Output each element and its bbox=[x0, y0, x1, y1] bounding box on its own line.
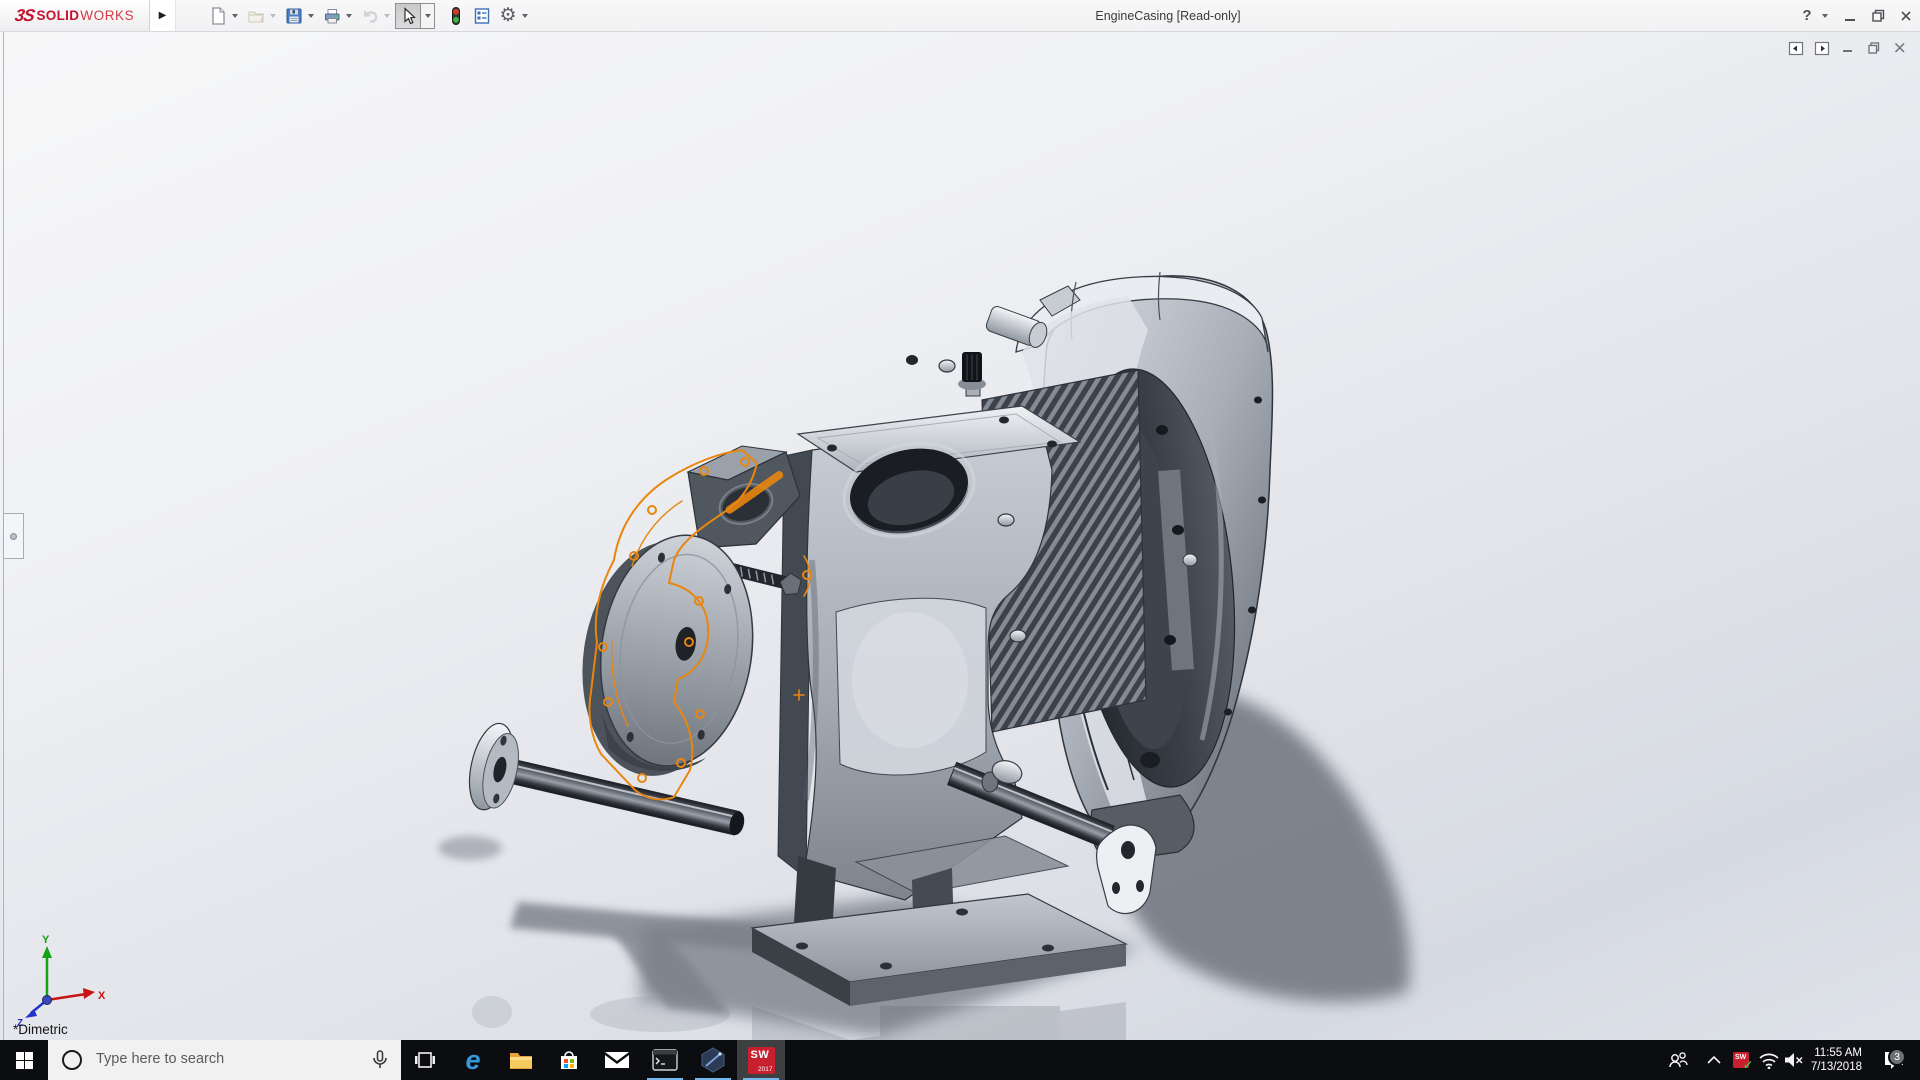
taskbar-app-command-prompt[interactable] bbox=[641, 1040, 689, 1080]
pane-next-icon bbox=[1814, 41, 1829, 55]
help-dropdown[interactable] bbox=[1822, 13, 1828, 18]
microphone-icon[interactable] bbox=[370, 1049, 390, 1071]
rebuild-traffic-light-icon bbox=[452, 6, 460, 25]
close-button[interactable] bbox=[1892, 0, 1920, 31]
taskbar-app-microsoft-store[interactable] bbox=[545, 1040, 593, 1080]
app-titlebar: 3S SOLID WORKS ▶ ⚙ EngineCasing [Read-on… bbox=[0, 0, 1920, 32]
window-controls: ? bbox=[1793, 0, 1920, 31]
options-button[interactable]: ⚙ bbox=[495, 3, 521, 29]
save-dropdown[interactable] bbox=[308, 13, 314, 18]
windows-logo-icon bbox=[15, 1051, 33, 1069]
restore-document-icon bbox=[1868, 42, 1880, 54]
tray-time: 11:55 AM bbox=[1814, 1047, 1862, 1059]
new-document-icon bbox=[212, 6, 225, 25]
new-document-button[interactable] bbox=[205, 3, 231, 29]
tray-date: 7/13/2018 bbox=[1810, 1061, 1862, 1073]
document-title: EngineCasing [Read-only] bbox=[1095, 9, 1241, 23]
task-view-icon bbox=[415, 1052, 435, 1068]
tray-hidden-icons-button[interactable] bbox=[1702, 1040, 1726, 1080]
taskbar-app-solidworks-2017[interactable]: SW 2017 bbox=[737, 1040, 785, 1080]
save-icon bbox=[286, 8, 302, 23]
file-properties-button[interactable] bbox=[469, 3, 495, 29]
undo-button[interactable] bbox=[357, 3, 383, 29]
solidworks-monitor-icon: SW ✓ bbox=[1733, 1052, 1753, 1072]
start-button[interactable] bbox=[0, 1040, 48, 1080]
people-icon bbox=[1669, 1052, 1688, 1068]
command-prompt-icon bbox=[652, 1049, 678, 1071]
undo-icon bbox=[364, 9, 378, 23]
cortana-icon bbox=[62, 1050, 82, 1070]
taskbar-app-mail[interactable] bbox=[593, 1040, 641, 1080]
restore-icon bbox=[1871, 9, 1884, 22]
pane-previous-icon bbox=[1788, 41, 1803, 55]
print-button[interactable] bbox=[319, 3, 345, 29]
solidworks-app-icon: SW 2017 bbox=[747, 1046, 775, 1074]
options-dropdown[interactable] bbox=[522, 13, 528, 18]
check-icon: ✓ bbox=[1742, 1058, 1753, 1072]
solidworks-logo: 3S SOLID WORKS bbox=[0, 0, 150, 31]
taskbar-search[interactable]: Type here to search bbox=[48, 1040, 401, 1080]
select-tool-button[interactable] bbox=[395, 2, 421, 29]
print-dropdown[interactable] bbox=[346, 13, 352, 18]
taskbar-app-microsoft-edge[interactable]: e bbox=[449, 1040, 497, 1080]
triad-x-label: X bbox=[98, 990, 106, 1002]
taskbar-app-hexagon[interactable] bbox=[689, 1040, 737, 1080]
chevron-up-icon bbox=[1707, 1055, 1721, 1064]
store-icon bbox=[561, 1051, 577, 1069]
quick-access-toolbar: ⚙ bbox=[205, 0, 533, 31]
notification-badge: 3 bbox=[1888, 1048, 1906, 1066]
help-button[interactable]: ? bbox=[1793, 0, 1821, 31]
solidworks-logo-light: WORKS bbox=[80, 8, 135, 23]
select-tool-dropdown[interactable] bbox=[421, 2, 435, 29]
file-explorer-icon bbox=[510, 1053, 532, 1069]
tray-clock[interactable]: 11:55 AM 7/13/2018 bbox=[1800, 1040, 1862, 1080]
pane-previous-button[interactable] bbox=[1786, 39, 1806, 57]
open-dropdown[interactable] bbox=[270, 13, 276, 18]
close-document-icon bbox=[1894, 42, 1905, 53]
file-properties-icon bbox=[474, 7, 490, 24]
close-icon bbox=[1901, 10, 1911, 21]
edge-icon: e bbox=[465, 1044, 481, 1075]
view-orientation-label: *Dimetric bbox=[13, 1022, 68, 1037]
tray-wifi-button[interactable] bbox=[1756, 1040, 1782, 1080]
pane-next-button[interactable] bbox=[1812, 39, 1832, 57]
open-icon bbox=[248, 11, 264, 22]
select-cursor-icon bbox=[404, 6, 416, 24]
new-document-dropdown[interactable] bbox=[232, 13, 238, 18]
options-gear-icon: ⚙ bbox=[499, 5, 517, 26]
restore-button[interactable] bbox=[1864, 0, 1892, 31]
restore-document-button[interactable] bbox=[1864, 39, 1884, 57]
windows-taskbar: Type here to search e SW 2017 SW ✓ 11:55… bbox=[0, 1040, 1920, 1080]
minimize-button[interactable] bbox=[1836, 0, 1864, 31]
close-document-button[interactable] bbox=[1890, 39, 1910, 57]
splitter-dot bbox=[10, 533, 17, 540]
wifi-icon bbox=[1759, 1053, 1779, 1069]
minimize-document-button[interactable] bbox=[1838, 39, 1858, 57]
feature-manager-splitter-handle[interactable] bbox=[3, 513, 24, 559]
open-button[interactable] bbox=[243, 3, 269, 29]
document-window-controls bbox=[1786, 38, 1910, 58]
task-view-button[interactable] bbox=[401, 1040, 449, 1080]
solidworks-logo-mark: 3S bbox=[13, 5, 36, 25]
orientation-triad-icon: Y X Z bbox=[17, 934, 106, 1029]
menu-flyout-arrow[interactable]: ▶ bbox=[150, 0, 176, 31]
save-button[interactable] bbox=[281, 3, 307, 29]
rebuild-button[interactable] bbox=[443, 3, 469, 29]
solidworks-logo-bold: SOLID bbox=[36, 8, 80, 23]
print-icon bbox=[325, 8, 340, 23]
minimize-icon bbox=[1845, 18, 1855, 21]
hexagon-app-icon bbox=[701, 1047, 725, 1073]
undo-dropdown[interactable] bbox=[384, 13, 390, 18]
graphics-area-3d-model[interactable]: Y X Z bbox=[0, 0, 1920, 1080]
minimize-document-icon bbox=[1843, 50, 1852, 52]
stand-base bbox=[750, 835, 1128, 1006]
triad-y-label: Y bbox=[42, 934, 50, 946]
action-center-button[interactable]: 3 bbox=[1872, 1040, 1916, 1080]
taskbar-app-file-explorer[interactable] bbox=[497, 1040, 545, 1080]
mail-icon bbox=[605, 1052, 629, 1068]
search-placeholder: Type here to search bbox=[96, 1051, 225, 1067]
tray-people-button[interactable] bbox=[1664, 1040, 1692, 1080]
tray-solidworks-monitor[interactable]: SW ✓ bbox=[1728, 1040, 1754, 1080]
